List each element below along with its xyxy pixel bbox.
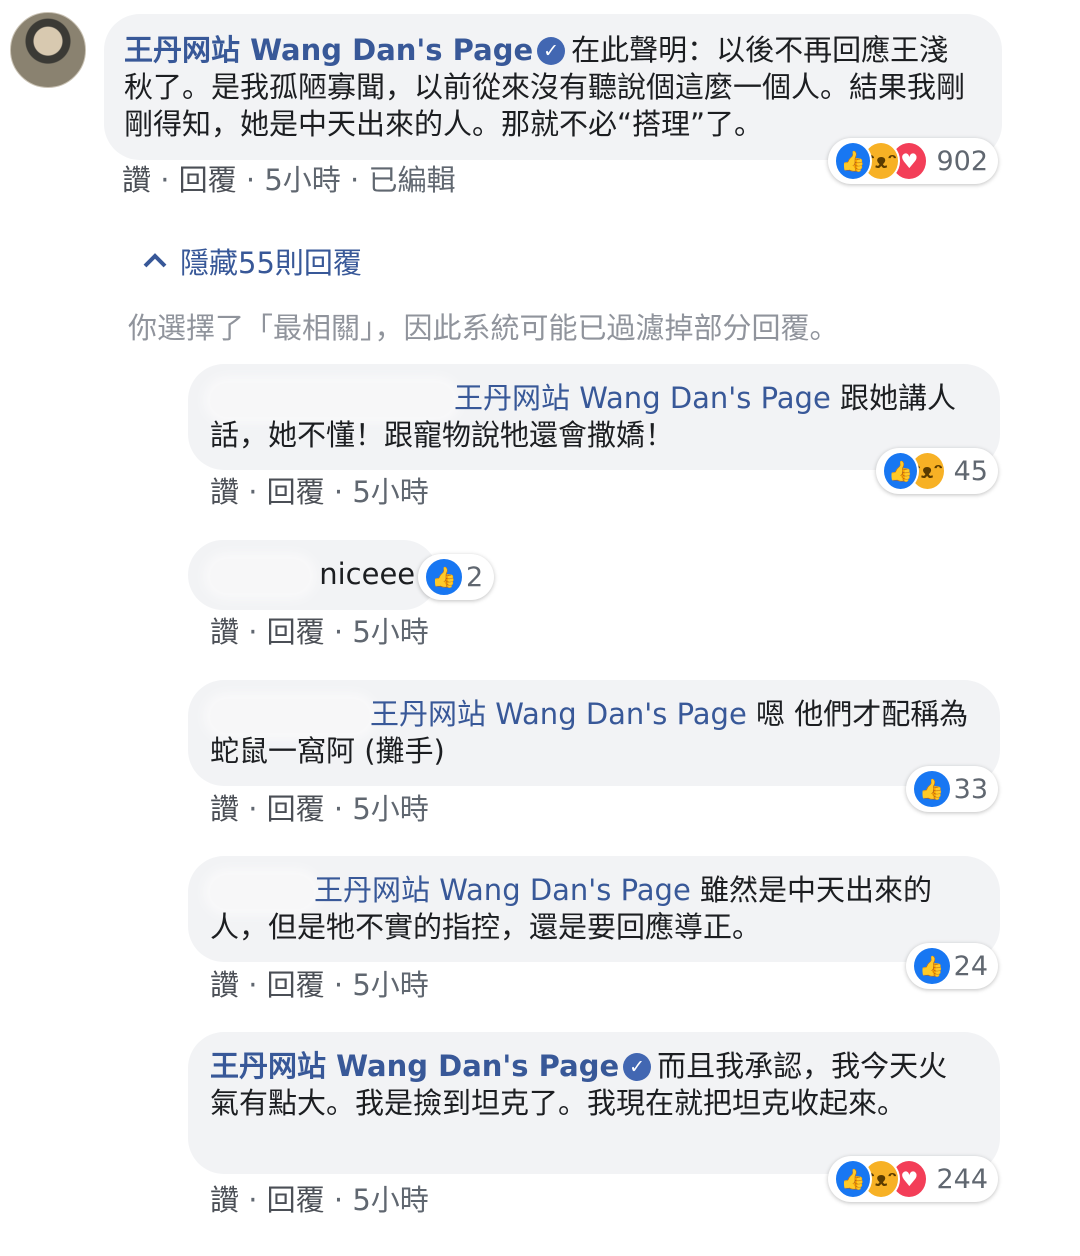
timestamp[interactable]: 5小時 xyxy=(352,968,428,1002)
timestamp[interactable]: 5小時 xyxy=(352,1183,428,1217)
reaction-count: 33 xyxy=(953,773,988,805)
reply-author[interactable]: 王丹网站 Wang Dan's Page xyxy=(210,1049,619,1083)
reaction-count: 2 xyxy=(466,561,484,593)
like-link[interactable]: 讚 xyxy=(210,968,239,1002)
like-link[interactable]: 讚 xyxy=(210,615,239,649)
reply-link[interactable]: 回覆 xyxy=(267,968,325,1002)
reply-actions: 讚 · 回覆 · 5小時 xyxy=(210,475,429,509)
reply-link[interactable]: 回覆 xyxy=(267,1183,325,1217)
reaction-count: 45 xyxy=(953,455,988,487)
redacted-author xyxy=(210,383,454,417)
like-reaction-icon: 👍 xyxy=(882,451,919,491)
reaction-summary[interactable]: 👍 ᵔᴥᵔ ♥ 244 xyxy=(828,1156,998,1202)
mention-tag[interactable]: 王丹网站 Wang Dan's Page xyxy=(370,697,747,731)
edited-label[interactable]: 已編輯 xyxy=(368,163,455,197)
verified-badge-icon: ✓ xyxy=(537,37,566,65)
mention-tag[interactable]: 王丹网站 Wang Dan's Page xyxy=(314,873,691,907)
comment-actions: 讚 · 回覆 · 5小時 · 已編輯 xyxy=(122,163,456,197)
reaction-summary[interactable]: 👍 33 xyxy=(906,766,998,812)
timestamp[interactable]: 5小時 xyxy=(264,163,340,197)
reply-actions: 讚 · 回覆 · 5小時 xyxy=(210,968,429,1002)
reply-bubble: niceee xyxy=(188,540,438,610)
like-link[interactable]: 讚 xyxy=(210,1183,239,1217)
like-reaction-icon: 👍 xyxy=(424,557,464,597)
timestamp[interactable]: 5小時 xyxy=(352,615,428,649)
timestamp[interactable]: 5小時 xyxy=(352,792,428,826)
reply-actions: 讚 · 回覆 · 5小時 xyxy=(210,1183,429,1217)
hide-replies-toggle[interactable]: 隱藏55則回覆 xyxy=(142,240,362,282)
verified-badge-icon: ✓ xyxy=(623,1053,652,1081)
reply-link[interactable]: 回覆 xyxy=(267,615,325,649)
commenter-avatar[interactable] xyxy=(10,12,86,88)
redacted-author xyxy=(210,699,370,733)
like-reaction-icon: 👍 xyxy=(834,1159,873,1199)
chevron-up-icon xyxy=(143,253,167,268)
reply-text: niceee xyxy=(319,557,416,591)
reply-link[interactable]: 回覆 xyxy=(267,792,325,826)
like-reaction-icon: 👍 xyxy=(912,946,952,986)
reply-link[interactable]: 回覆 xyxy=(179,163,237,197)
redacted-author xyxy=(210,559,310,593)
reaction-summary[interactable]: 👍 2 xyxy=(418,554,494,600)
reaction-count: 244 xyxy=(936,1163,989,1195)
like-link[interactable]: 讚 xyxy=(210,792,239,826)
reaction-summary[interactable]: 👍 ᵔᴥᵔ ♥ 902 xyxy=(828,138,998,184)
timestamp[interactable]: 5小時 xyxy=(352,475,428,509)
reply-bubble: 王丹网站 Wang Dan's Page 雖然是中天出來的人，但是牠不實的指控，… xyxy=(188,856,1000,962)
filter-notice: 你選擇了「最相關」，因此系統可能已過濾掉部分回覆。 xyxy=(128,311,839,345)
reaction-summary[interactable]: 👍 ᵔᴥᵔ 45 xyxy=(876,448,998,494)
reaction-count: 24 xyxy=(953,950,988,982)
reply-bubble: 王丹网站 Wang Dan's Page 跟她講人話，她不懂！跟寵物說牠還會撒嬌… xyxy=(188,364,1000,470)
reply-bubble: 王丹网站 Wang Dan's Page ✓ 而且我承認，我今天火氣有點大。我是撿到… xyxy=(188,1032,1000,1174)
reply-actions: 讚 · 回覆 · 5小時 xyxy=(210,792,429,826)
reply-link[interactable]: 回覆 xyxy=(267,475,325,509)
reply-bubble: 王丹网站 Wang Dan's Page 嗯 他們才配稱為蛇鼠一窩阿 (攤手) xyxy=(188,680,1000,786)
like-link[interactable]: 讚 xyxy=(210,475,239,509)
like-link[interactable]: 讚 xyxy=(122,163,151,197)
hide-replies-label: 隱藏55則回覆 xyxy=(180,246,362,280)
reply-actions: 讚 · 回覆 · 5小時 xyxy=(210,615,429,649)
like-reaction-icon: 👍 xyxy=(912,769,952,809)
redacted-author xyxy=(210,875,314,909)
reaction-count: 902 xyxy=(936,145,989,177)
like-reaction-icon: 👍 xyxy=(834,141,873,181)
reaction-summary[interactable]: 👍 24 xyxy=(906,943,998,989)
mention-tag[interactable]: 王丹网站 Wang Dan's Page xyxy=(454,381,831,415)
comment-author[interactable]: 王丹网站 Wang Dan's Page xyxy=(124,33,533,67)
